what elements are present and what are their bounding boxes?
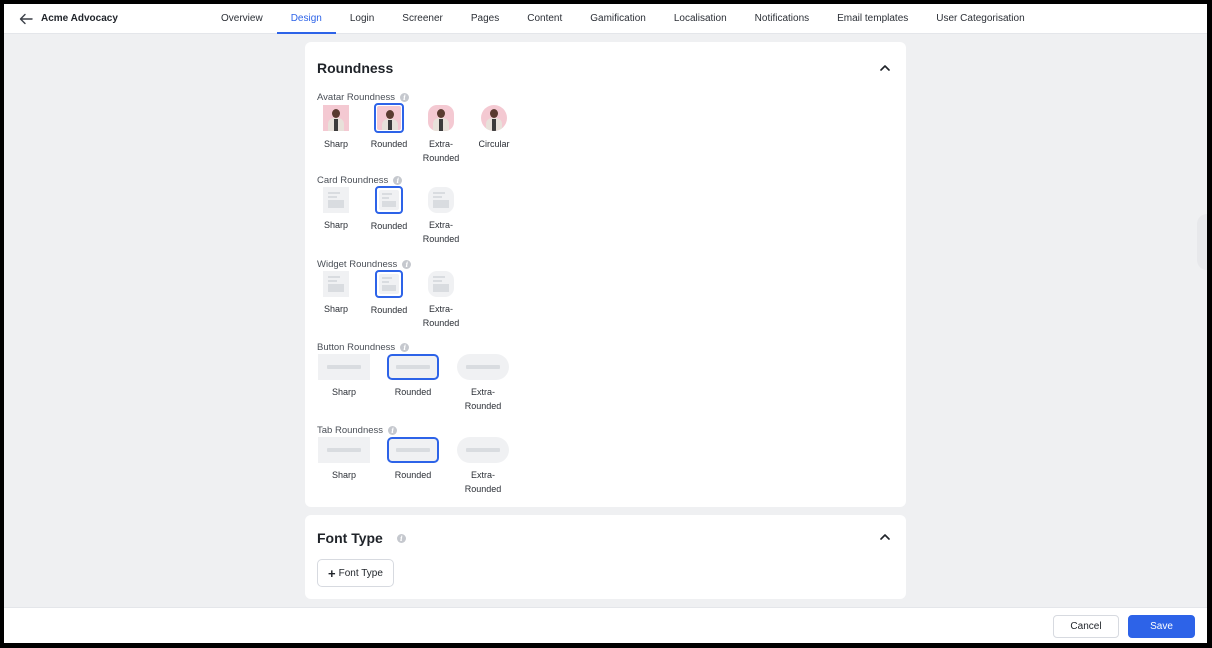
widget-option-extra-rounded[interactable]: Extra- Rounded — [413, 271, 469, 330]
font-type-heading: Font Type i — [317, 530, 406, 546]
option-label: Rounded — [394, 387, 432, 397]
option-label: Sharp — [323, 304, 349, 314]
avatar-option-circular[interactable]: Circular — [466, 104, 522, 151]
avatar-preview-circular — [481, 105, 507, 131]
tab-email-templates[interactable]: Email templates — [823, 4, 922, 34]
chevron-up-icon[interactable] — [878, 530, 892, 544]
card-roundness-text: Card Roundness — [317, 175, 389, 186]
roundness-title: Roundness — [317, 60, 394, 76]
card-roundness-label: Card Roundness i — [317, 175, 403, 186]
tab-screener[interactable]: Screener — [388, 4, 457, 34]
tab-preview-sharp — [318, 437, 370, 463]
button-preview-rounded — [387, 354, 439, 380]
arrow-left-icon[interactable] — [18, 11, 34, 27]
button-option-rounded[interactable]: Rounded — [385, 354, 441, 399]
font-type-title: Font Type — [317, 530, 383, 546]
info-icon[interactable]: i — [400, 343, 410, 352]
avatar-option-sharp[interactable]: Sharp — [308, 104, 364, 151]
button-option-sharp[interactable]: Sharp — [316, 354, 372, 399]
card-option-extra-rounded[interactable]: Extra- Rounded — [413, 187, 469, 246]
option-label: Rounded — [370, 139, 408, 149]
tab-roundness-text: Tab Roundness — [317, 425, 384, 436]
option-label: Rounded — [370, 221, 408, 231]
option-label: Circular — [478, 139, 510, 149]
tab-pages[interactable]: Pages — [457, 4, 513, 34]
button-preview-extra-rounded — [457, 354, 509, 380]
avatar-option-extra-rounded[interactable]: Extra- Rounded — [413, 104, 469, 165]
button-roundness-label: Button Roundness i — [317, 342, 410, 353]
widget-preview-sharp — [323, 271, 349, 297]
option-label: Extra- Rounded — [464, 387, 502, 411]
add-font-type-label: Font Type — [338, 567, 383, 579]
tab-option-extra-rounded[interactable]: Extra- Rounded — [455, 437, 511, 496]
widget-option-rounded[interactable]: Rounded — [361, 270, 417, 317]
side-panel-handle[interactable] — [1197, 214, 1207, 270]
tab-bar: Overview Design Login Screener Pages Con… — [207, 4, 1039, 34]
option-label: Sharp — [331, 470, 357, 480]
info-icon[interactable]: i — [393, 176, 403, 185]
option-label: Extra- Rounded — [422, 139, 460, 163]
button-option-extra-rounded[interactable]: Extra- Rounded — [455, 354, 511, 413]
font-type-card: Font Type i + Font Type — [305, 515, 906, 599]
tab-login[interactable]: Login — [336, 4, 388, 34]
option-label: Extra- Rounded — [464, 470, 502, 494]
button-roundness-text: Button Roundness — [317, 342, 396, 353]
roundness-card: Roundness Avatar Roundness i Sharp Round… — [305, 42, 906, 507]
avatar-roundness-text: Avatar Roundness — [317, 92, 395, 103]
cancel-button[interactable]: Cancel — [1053, 615, 1119, 638]
tab-roundness-label: Tab Roundness i — [317, 425, 398, 436]
button-preview-sharp — [318, 354, 370, 380]
tab-design[interactable]: Design — [276, 4, 336, 34]
tab-notifications[interactable]: Notifications — [741, 4, 823, 34]
top-navigation: Acme Advocacy Overview Design Login Scre… — [4, 4, 1207, 34]
plus-icon: + — [328, 565, 336, 581]
info-icon[interactable]: i — [400, 93, 409, 102]
card-option-sharp[interactable]: Sharp — [308, 187, 364, 232]
chevron-up-icon[interactable] — [878, 61, 892, 75]
tab-content[interactable]: Content — [513, 4, 576, 34]
tab-overview[interactable]: Overview — [207, 4, 277, 34]
tab-preview-extra-rounded — [457, 437, 509, 463]
avatar-preview-sharp — [323, 105, 349, 131]
info-icon[interactable]: i — [402, 260, 412, 269]
avatar-preview-extra-rounded — [428, 105, 454, 131]
avatar-option-rounded[interactable]: Rounded — [361, 103, 417, 151]
widget-roundness-label: Widget Roundness i — [317, 259, 412, 270]
info-icon[interactable]: i — [396, 533, 406, 543]
option-label: Sharp — [331, 387, 357, 397]
avatar-roundness-label: Avatar Roundness i — [317, 92, 409, 103]
option-label: Sharp — [323, 139, 349, 149]
option-label: Extra- Rounded — [422, 220, 460, 244]
option-label: Sharp — [323, 220, 349, 230]
avatar-preview-rounded — [377, 106, 401, 130]
app-frame: Acme Advocacy Overview Design Login Scre… — [4, 4, 1207, 643]
tab-option-sharp[interactable]: Sharp — [316, 437, 372, 482]
option-label: Rounded — [394, 470, 432, 480]
option-label: Rounded — [370, 305, 408, 315]
widget-preview-extra-rounded — [428, 271, 454, 297]
save-button[interactable]: Save — [1128, 615, 1195, 638]
option-label: Extra- Rounded — [422, 304, 460, 328]
card-preview-sharp — [323, 187, 349, 213]
app-title: Acme Advocacy — [41, 13, 118, 24]
card-preview-rounded — [379, 190, 399, 210]
tab-user-categorisation[interactable]: User Categorisation — [922, 4, 1038, 34]
tab-localisation[interactable]: Localisation — [660, 4, 741, 34]
widget-option-sharp[interactable]: Sharp — [308, 271, 364, 316]
info-icon[interactable]: i — [388, 426, 398, 435]
tab-option-rounded[interactable]: Rounded — [385, 437, 441, 482]
footer-bar: Cancel Save — [4, 607, 1207, 643]
add-font-type-button[interactable]: + Font Type — [317, 559, 394, 587]
card-preview-extra-rounded — [428, 187, 454, 213]
tab-gamification[interactable]: Gamification — [576, 4, 660, 34]
widget-preview-rounded — [379, 274, 399, 294]
widget-roundness-text: Widget Roundness — [317, 259, 398, 270]
tab-preview-rounded — [387, 437, 439, 463]
card-option-rounded[interactable]: Rounded — [361, 186, 417, 233]
